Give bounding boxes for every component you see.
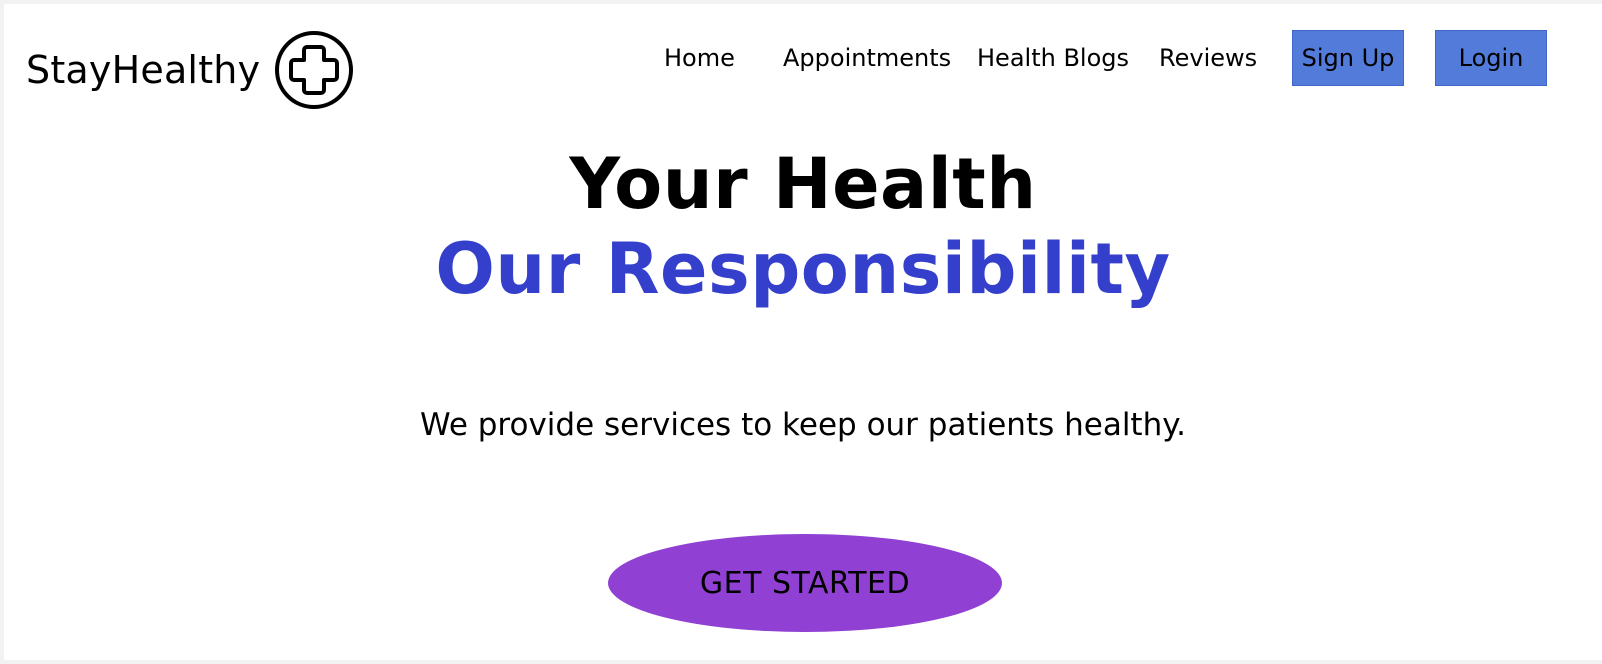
hero-title-line-2: Our Responsibility: [435, 228, 1171, 310]
brand-logo[interactable]: StayHealthy: [26, 28, 354, 112]
hero-subtitle: We provide services to keep our patients…: [419, 407, 1187, 443]
sign-up-button[interactable]: Sign Up: [1292, 30, 1404, 86]
landing-page: StayHealthy Home Appointments Health Blo…: [4, 4, 1602, 660]
nav-link-home[interactable]: Home: [664, 44, 735, 72]
login-button[interactable]: Login: [1435, 30, 1547, 86]
hero-title-line-1: Your Health: [569, 143, 1037, 225]
nav-link-health-blogs[interactable]: Health Blogs: [977, 44, 1129, 72]
get-started-button[interactable]: GET STARTED: [608, 534, 1002, 632]
nav-link-reviews[interactable]: Reviews: [1159, 44, 1257, 72]
circle-plus-icon: [275, 31, 354, 109]
nav-link-appointments[interactable]: Appointments: [783, 44, 951, 72]
brand-name: StayHealthy: [26, 48, 261, 92]
